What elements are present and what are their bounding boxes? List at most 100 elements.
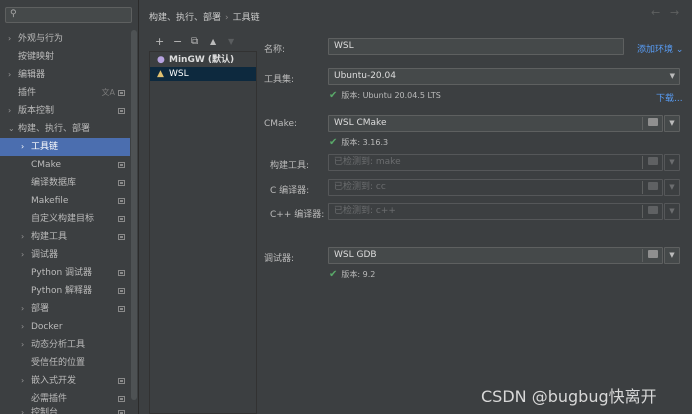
build-tool-dropdown-button[interactable]: ▼ — [664, 154, 680, 171]
sidebar-item-label: 编译数据库 — [31, 178, 77, 188]
search-icon: ⚲ — [10, 9, 17, 19]
sidebar-item-label: 版本控制 — [18, 106, 55, 116]
c-compiler-dropdown-button[interactable]: ▼ — [664, 179, 680, 196]
chevron-down-icon: ▼ — [669, 251, 675, 259]
toolchain-name: WSL — [169, 69, 189, 79]
sidebar-item-label: 编辑器 — [18, 70, 46, 80]
sidebar-item-label: 外观与行为 — [18, 34, 64, 44]
sidebar-item-label: 受信任的位置 — [31, 358, 86, 368]
sidebar-item-label: Makefile — [31, 196, 69, 206]
sidebar-item-label: 调试器 — [31, 250, 59, 260]
folder-icon[interactable] — [648, 182, 658, 190]
sidebar-item-label: 部署 — [31, 304, 50, 314]
toolset-label: 工具集: — [264, 75, 295, 85]
sidebar-item-toolchains[interactable]: › 工具链 — [0, 138, 130, 156]
sidebar-item-embedded-development[interactable]: › 嵌入式开发 — [0, 372, 130, 390]
breadcrumb-separator: › — [225, 13, 229, 23]
sidebar-item-label: 嵌入式开发 — [31, 376, 77, 386]
sidebar-item-version-control[interactable]: › 版本控制 — [0, 102, 130, 120]
build-tool-field[interactable]: 已检测到: make — [328, 154, 663, 171]
debugger-field[interactable]: WSL GDB — [328, 247, 663, 264]
chevron-right-icon: › — [8, 106, 12, 115]
build-tool-label: 构建工具: — [270, 161, 310, 171]
sidebar-item-deployment[interactable]: › 部署 — [0, 300, 130, 318]
move-up-button[interactable]: ▲ — [210, 34, 216, 50]
c-compiler-placeholder: 已检测到: cc — [334, 182, 386, 192]
check-icon: ✔ — [329, 90, 338, 101]
breadcrumb: 构建、执行、部署 › 工具链 — [149, 10, 260, 23]
sidebar-item-python-interpreter[interactable]: Python 解释器 — [0, 282, 130, 300]
remove-toolchain-button[interactable]: − — [173, 34, 182, 50]
field-divider — [642, 156, 643, 169]
sidebar-item-label: 自定义构建目标 — [31, 214, 95, 224]
sidebar-item-plugins[interactable]: 插件 文A — [0, 84, 130, 102]
sidebar-item-build-execution-deployment[interactable]: ⌄ 构建、执行、部署 — [0, 120, 130, 138]
chevron-right-icon: › — [21, 304, 25, 313]
add-toolchain-button[interactable]: + — [155, 34, 164, 50]
sidebar-scrollbar[interactable] — [131, 30, 137, 400]
cmake-dropdown-button[interactable]: ▼ — [664, 115, 680, 132]
sidebar-item-dynamic-analysis-tools[interactable]: › 动态分析工具 — [0, 336, 130, 354]
cmake-version-text: 版本: 3.16.3 — [341, 138, 389, 147]
toolset-select[interactable]: Ubuntu-20.04 ▼ — [328, 68, 680, 85]
project-settings-icon — [118, 378, 125, 384]
c-compiler-field[interactable]: 已检测到: cc — [328, 179, 663, 196]
sidebar-item-cmake[interactable]: CMake — [0, 156, 130, 174]
toolset-version-text: 版本: Ubuntu 20.04.5 LTS — [341, 91, 441, 100]
chevron-down-icon: ▼ — [669, 72, 675, 80]
folder-icon[interactable] — [648, 206, 658, 214]
folder-icon[interactable] — [648, 118, 658, 126]
cpp-compiler-field[interactable]: 已检测到: c++ — [328, 203, 663, 220]
chevron-down-icon: ⌄ — [8, 124, 15, 133]
settings-search-input[interactable]: ⚲ — [5, 7, 132, 23]
back-arrow-icon[interactable]: ← — [651, 6, 660, 19]
project-settings-icon — [118, 180, 125, 186]
toolchain-name: MinGW (默认) — [169, 55, 235, 65]
field-divider — [642, 205, 643, 218]
download-link[interactable]: 下载... — [656, 91, 683, 104]
sidebar-item-console[interactable]: › 控制台 — [0, 404, 130, 414]
folder-icon[interactable] — [648, 250, 658, 258]
breadcrumb-current: 工具链 — [232, 13, 260, 23]
field-divider — [642, 181, 643, 194]
project-settings-icon — [118, 162, 125, 168]
copy-toolchain-button[interactable]: ⧉ — [191, 34, 198, 50]
sidebar-item-label: 工具链 — [31, 142, 59, 152]
sidebar-item-python-debugger[interactable]: Python 调试器 — [0, 264, 130, 282]
sidebar-item-build-tools[interactable]: › 构建工具 — [0, 228, 130, 246]
sidebar-item-appearance[interactable]: › 外观与行为 — [0, 30, 130, 48]
breadcrumb-parent[interactable]: 构建、执行、部署 — [149, 13, 221, 23]
linux-tux-icon: ▲ — [157, 69, 164, 79]
settings-sidebar: ⚲ › 外观与行为 按键映射 › 编辑器 插件 文A › 版本控制 ⌄ 构建、执… — [0, 0, 139, 414]
sidebar-item-debugger[interactable]: › 调试器 — [0, 246, 130, 264]
cmake-label: CMake: — [264, 119, 298, 129]
c-compiler-label: C 编译器: — [270, 186, 310, 196]
move-down-button[interactable]: ▼ — [228, 34, 234, 50]
sidebar-item-keymap[interactable]: 按键映射 — [0, 48, 130, 66]
sidebar-item-editor[interactable]: › 编辑器 — [0, 66, 130, 84]
sidebar-item-compilation-database[interactable]: 编译数据库 — [0, 174, 130, 192]
debugger-label: 调试器: — [264, 254, 295, 264]
debugger-version-text: 版本: 9.2 — [341, 270, 376, 279]
project-settings-icon — [118, 234, 125, 240]
sidebar-item-custom-build-targets[interactable]: 自定义构建目标 — [0, 210, 130, 228]
debugger-dropdown-button[interactable]: ▼ — [664, 247, 680, 264]
cmake-path-field[interactable]: WSL CMake — [328, 115, 663, 132]
project-settings-icon — [118, 108, 125, 114]
toolchain-item-wsl[interactable]: ▲ WSL — [150, 67, 256, 81]
project-settings-icon — [118, 198, 125, 204]
build-tool-placeholder: 已检测到: make — [334, 157, 401, 167]
folder-icon[interactable] — [648, 157, 658, 165]
sidebar-item-label: 动态分析工具 — [31, 340, 86, 350]
debugger-version-status: ✔ 版本: 9.2 — [329, 269, 375, 280]
sidebar-item-docker[interactable]: › Docker — [0, 318, 130, 336]
forward-arrow-icon[interactable]: → — [670, 6, 679, 19]
sidebar-item-trusted-locations[interactable]: 受信任的位置 — [0, 354, 130, 372]
name-input[interactable]: WSL — [328, 38, 624, 55]
toolchain-item-mingw[interactable]: ● MinGW (默认) — [150, 53, 256, 67]
sidebar-item-makefile[interactable]: Makefile — [0, 192, 130, 210]
cpp-compiler-dropdown-button[interactable]: ▼ — [664, 203, 680, 220]
chevron-right-icon: › — [8, 70, 12, 79]
add-environment-link[interactable]: 添加环境 ⌄ — [637, 42, 683, 55]
chevron-down-icon: ▼ — [669, 183, 675, 191]
